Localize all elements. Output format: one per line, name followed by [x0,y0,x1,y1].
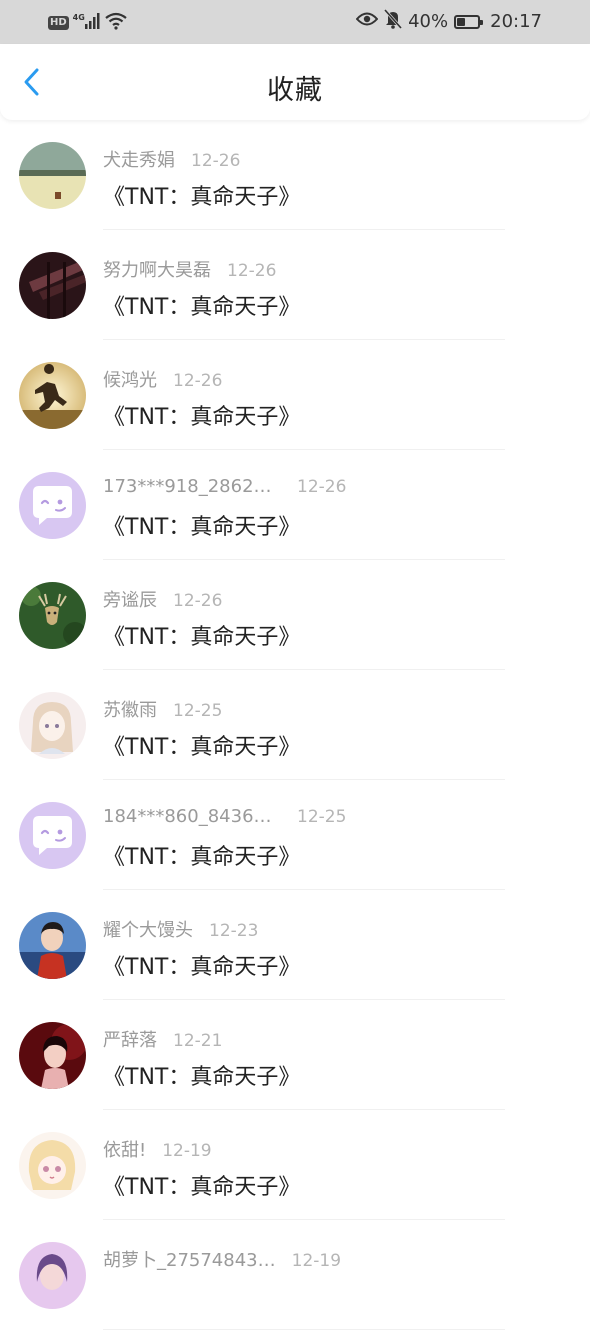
item-meta: 犬走秀娟 12-26 [103,146,240,172]
book-title[interactable]: 《TNT：真命天子》 [103,1169,300,1201]
battery-percent: 40% [408,11,449,32]
user-avatar[interactable] [19,142,86,209]
hd-badge: HD [48,16,69,30]
book-title[interactable]: 《TNT：真命天子》 [103,729,300,761]
book-title[interactable]: 《TNT：真命天子》 [103,509,300,541]
item-meta: 苏徽雨 12-25 [103,696,222,722]
favorite-date: 12-26 [297,477,347,497]
username[interactable]: 旁谧辰 [103,586,157,612]
user-avatar[interactable] [19,1022,86,1089]
favorite-item[interactable]: 胡萝卜_27574843… 12-19 [0,1220,590,1330]
user-avatar[interactable] [19,582,86,649]
favorite-item[interactable]: 173***918_28621… 12-26 《TNT：真命天子》 [0,450,590,560]
signal-icon [84,13,101,33]
username[interactable]: 努力啊大昊磊 [103,256,211,282]
favorite-date: 12-26 [173,371,223,391]
username[interactable]: 犬走秀娟 [103,146,175,172]
favorite-item[interactable]: 努力啊大昊磊 12-26 《TNT：真命天子》 [0,230,590,340]
item-meta: 胡萝卜_27574843… 12-19 [103,1246,341,1272]
username[interactable]: 苏徽雨 [103,696,157,722]
username[interactable]: 严辞落 [103,1026,157,1052]
user-avatar[interactable] [19,252,86,319]
book-title[interactable]: 《TNT：真命天子》 [103,839,300,871]
book-title[interactable]: 《TNT：真命天子》 [103,289,300,321]
user-avatar[interactable] [19,802,86,869]
battery-icon [454,14,484,29]
book-title[interactable]: 《TNT：真命天子》 [103,399,300,431]
favorite-date: 12-19 [162,1141,212,1161]
nav-bar: 收藏 [0,44,590,120]
network-type: 4G [72,12,85,22]
book-title[interactable]: 《TNT：真命天子》 [103,619,300,651]
item-meta: 173***918_28621… 12-26 [103,476,346,497]
item-meta: 184***860_84361… 12-25 [103,806,346,827]
username[interactable]: 候鸿光 [103,366,157,392]
favorite-date: 12-21 [173,1031,223,1051]
favorite-date: 12-25 [173,701,223,721]
favorite-item[interactable]: 旁谧辰 12-26 《TNT：真命天子》 [0,560,590,670]
username[interactable]: 胡萝卜_27574843… [103,1246,276,1272]
favorite-item[interactable]: 候鸿光 12-26 《TNT：真命天子》 [0,340,590,450]
user-avatar[interactable] [19,912,86,979]
username[interactable]: 依甜! [103,1136,146,1162]
favorite-date: 12-19 [291,1251,342,1271]
user-avatar[interactable] [19,472,86,539]
favorite-item[interactable]: 依甜! 12-19 《TNT：真命天子》 [0,1110,590,1220]
book-title[interactable]: 《TNT：真命天子》 [103,179,300,211]
user-avatar[interactable] [19,692,86,759]
username[interactable]: 耀个大馒头 [103,916,193,942]
favorite-item[interactable]: 严辞落 12-21 《TNT：真命天子》 [0,1000,590,1110]
item-meta: 严辞落 12-21 [103,1026,222,1052]
favorite-date: 12-26 [227,261,277,281]
favorite-date: 12-26 [173,591,223,611]
status-bar: HD 4G 40% 20:17 [0,0,590,44]
item-meta: 候鸿光 12-26 [103,366,222,392]
user-avatar[interactable] [19,1242,86,1309]
favorite-item[interactable]: 184***860_84361… 12-25 《TNT：真命天子》 [0,780,590,890]
status-left: HD 4G [48,12,127,34]
item-meta: 耀个大馒头 12-23 [103,916,258,942]
favorite-date: 12-23 [209,921,259,941]
favorite-item[interactable]: 耀个大馒头 12-23 《TNT：真命天子》 [0,890,590,1000]
favorites-list: 犬走秀娟 12-26 《TNT：真命天子》 努力啊大昊磊 12-26 《TNT：真命天子》… [0,120,590,1330]
clock: 20:17 [490,11,542,32]
status-right: 40% 20:17 [355,9,542,34]
book-title[interactable]: 《TNT：真命天子》 [103,1059,300,1091]
favorite-item[interactable]: 犬走秀娟 12-26 《TNT：真命天子》 [0,120,590,230]
username[interactable]: 184***860_84361… [103,806,281,827]
wifi-icon [105,12,127,34]
favorite-date: 12-26 [191,151,241,171]
book-title[interactable]: 《TNT：真命天子》 [103,949,300,981]
username[interactable]: 173***918_28621… [103,476,281,497]
page-title: 收藏 [267,75,323,106]
user-avatar[interactable] [19,362,86,429]
battery-fill [457,17,466,26]
eye-icon [355,11,379,32]
item-meta: 旁谧辰 12-26 [103,586,222,612]
item-meta: 依甜! 12-19 [103,1136,212,1162]
item-meta: 努力啊大昊磊 12-26 [103,256,276,282]
favorite-item[interactable]: 苏徽雨 12-25 《TNT：真命天子》 [0,670,590,780]
mute-bell-icon [383,9,403,34]
user-avatar[interactable] [19,1132,86,1199]
favorite-date: 12-25 [297,807,347,827]
